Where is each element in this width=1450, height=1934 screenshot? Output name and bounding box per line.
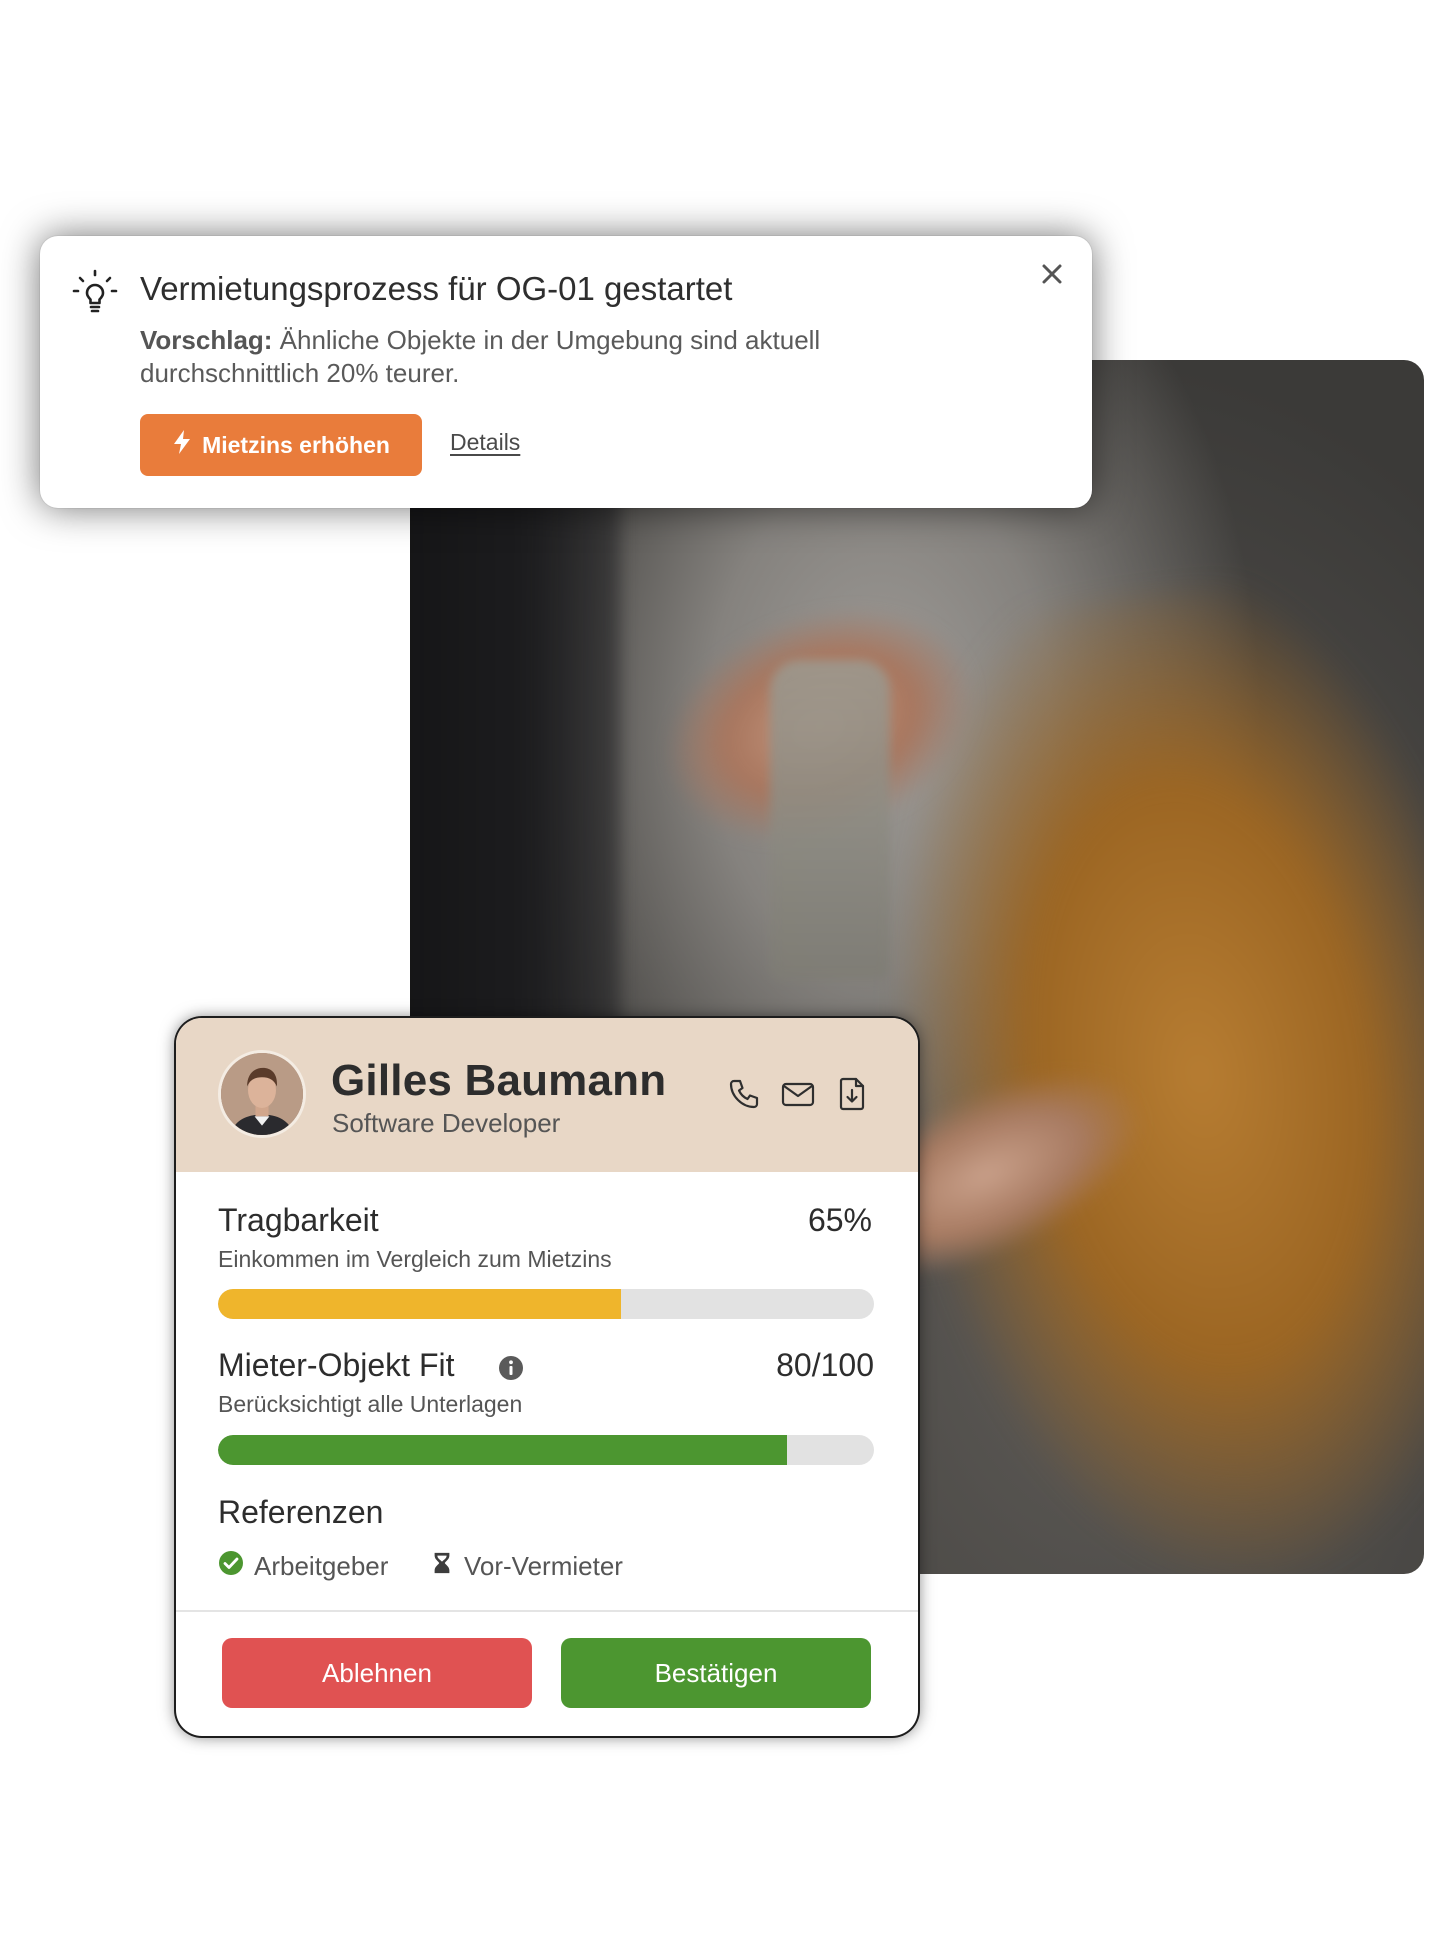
lightbulb-icon — [72, 269, 118, 315]
affordability-progress-fill — [218, 1289, 622, 1319]
reference-previous-landlord-label: Vor-Vermieter — [464, 1551, 623, 1581]
confirm-button[interactable]: Bestätigen — [561, 1638, 871, 1708]
notification-title: Vermietungsprozess für OG-01 gestartet — [140, 270, 733, 307]
reference-employer: Arbeitgeber — [218, 1550, 388, 1583]
reject-button[interactable]: Ablehnen — [222, 1638, 532, 1708]
tenant-role: Software Developer — [332, 1108, 561, 1138]
hourglass-icon — [430, 1550, 454, 1583]
check-circle-icon — [218, 1550, 244, 1583]
increase-rent-button[interactable]: Mietzins erhöhen — [140, 414, 422, 476]
metric-fit-title: Mieter-Objekt Fit — [218, 1347, 455, 1383]
metric-affordability-title: Tragbarkeit — [218, 1202, 379, 1238]
reference-employer-label: Arbeitgeber — [254, 1551, 389, 1581]
fit-progress-bar — [218, 1435, 874, 1465]
metric-affordability-subtitle: Einkommen im Vergleich zum Mietzins — [218, 1246, 612, 1272]
reference-previous-landlord: Vor-Vermieter — [430, 1550, 623, 1583]
affordability-progress-bar — [218, 1289, 874, 1319]
notification-card: Vermietungsprozess für OG-01 gestartet V… — [40, 236, 1092, 508]
tenant-header: Gilles Baumann Software Developer — [176, 1018, 918, 1172]
avatar — [218, 1050, 306, 1138]
mail-icon[interactable] — [780, 1076, 816, 1112]
details-link[interactable]: Details — [450, 429, 520, 456]
photo-keys — [770, 660, 890, 980]
suggestion-label: Vorschlag: — [140, 325, 273, 355]
info-icon[interactable] — [498, 1355, 524, 1381]
close-icon[interactable] — [1036, 258, 1068, 290]
tenant-name: Gilles Baumann — [331, 1056, 667, 1105]
metric-fit-subtitle: Berücksichtigt alle Unterlagen — [218, 1391, 523, 1417]
metric-affordability-value: 65% — [807, 1202, 872, 1238]
fit-progress-fill — [218, 1435, 788, 1465]
card-footer-divider — [176, 1610, 918, 1612]
document-download-icon[interactable] — [834, 1076, 870, 1112]
notification-description: Vorschlag: Ähnliche Objekte in der Umgeb… — [140, 324, 990, 390]
lightning-icon — [172, 429, 192, 461]
metric-fit-value: 80/100 — [776, 1347, 874, 1383]
references-title: Referenzen — [218, 1494, 384, 1530]
phone-icon[interactable] — [726, 1076, 762, 1112]
increase-rent-label: Mietzins erhöhen — [202, 431, 390, 458]
